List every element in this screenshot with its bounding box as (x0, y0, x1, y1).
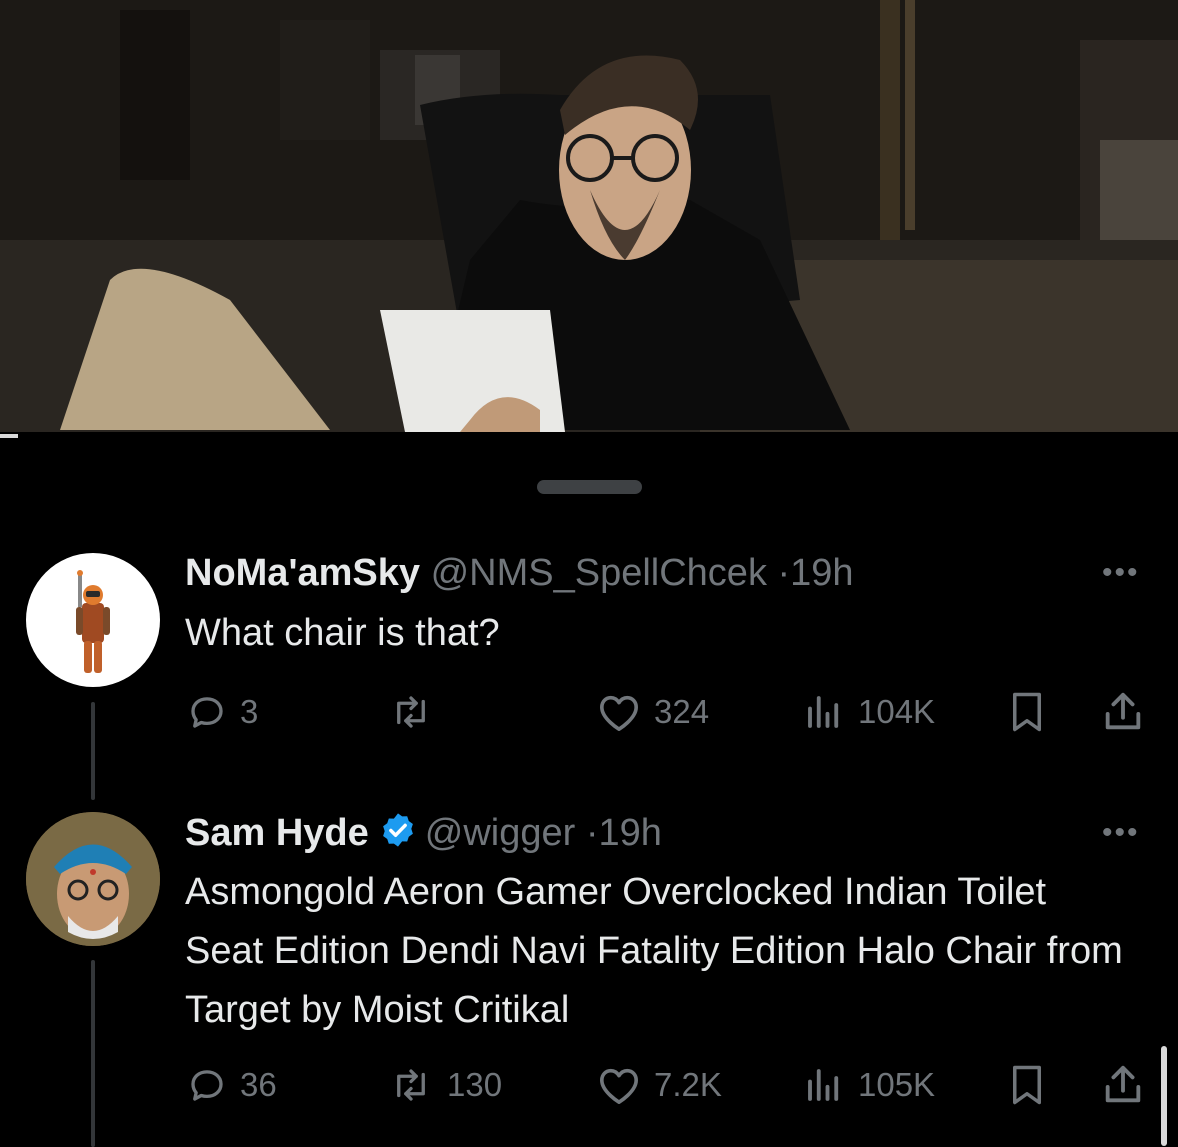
tweet-header: NoMa'amSky @NMS_SpellChcek ·19h (185, 551, 854, 595)
more-options-icon[interactable]: ••• (1102, 558, 1140, 588)
tweet-header: Sam Hyde @wigger ·19h (185, 811, 662, 859)
separator: · (585, 812, 599, 854)
avatar[interactable] (26, 553, 160, 687)
tweet-text: Asmongold Aeron Gamer Overclocked Indian… (185, 871, 1123, 1031)
reply-icon (191, 1070, 223, 1101)
reply-count: 3 (240, 693, 259, 730)
repost-icon (397, 1069, 425, 1101)
video-player[interactable] (0, 0, 1178, 432)
repost-icon (397, 696, 425, 728)
bookmark-button[interactable] (1006, 687, 1048, 737)
share-button[interactable] (1100, 1060, 1146, 1110)
like-count: 324 (654, 693, 710, 730)
video-progress-indicator[interactable] (0, 434, 18, 438)
views-button[interactable]: 104K (802, 687, 935, 737)
views-chart-icon (808, 696, 839, 728)
share-icon (1105, 692, 1141, 730)
scrollbar[interactable] (1161, 1046, 1167, 1146)
video-frame (0, 0, 1178, 432)
author-handle[interactable]: @wigger (425, 812, 576, 854)
view-count: 105K (858, 1066, 936, 1103)
share-button[interactable] (1100, 687, 1146, 737)
view-count: 104K (858, 693, 936, 730)
repost-button[interactable]: 130 (387, 1060, 502, 1110)
bookmark-button[interactable] (1006, 1060, 1048, 1110)
timestamp[interactable]: 19h (790, 552, 853, 594)
reply-count: 36 (240, 1066, 277, 1103)
author-name[interactable]: Sam Hyde (185, 812, 369, 854)
separator: · (777, 552, 791, 594)
bookmark-icon (1013, 692, 1041, 732)
like-button[interactable]: 7.2K (596, 1060, 722, 1110)
author-handle[interactable]: @NMS_SpellChcek (431, 552, 767, 594)
action-bar: 3 324 104K (0, 687, 1178, 737)
sheet-drag-handle[interactable] (537, 480, 642, 494)
timestamp[interactable]: 19h (598, 812, 661, 854)
bookmark-icon (1013, 1065, 1041, 1105)
views-button[interactable]: 105K (802, 1060, 935, 1110)
avatar[interactable] (26, 812, 160, 946)
reply-button[interactable]: 36 (186, 1060, 277, 1110)
author-name[interactable]: NoMa'amSky (185, 552, 420, 594)
tweet-text: What chair is that? (185, 612, 500, 654)
astronaut-avatar-icon (76, 570, 110, 673)
views-chart-icon (808, 1069, 839, 1101)
thread-line (91, 960, 95, 1147)
profile-photo-icon (26, 812, 160, 946)
reply-button[interactable]: 3 (186, 687, 258, 737)
heart-icon (600, 1068, 638, 1104)
verified-badge-icon (379, 811, 417, 859)
share-icon (1105, 1065, 1141, 1103)
action-bar: 36 130 7.2K 105K (0, 1060, 1178, 1110)
reply-icon (191, 697, 223, 728)
like-button[interactable]: 324 (596, 687, 709, 737)
repost-count: 130 (447, 1066, 503, 1103)
like-count: 7.2K (654, 1066, 722, 1103)
heart-icon (600, 695, 638, 731)
more-options-icon[interactable]: ••• (1102, 818, 1140, 848)
repost-button[interactable] (387, 687, 447, 737)
